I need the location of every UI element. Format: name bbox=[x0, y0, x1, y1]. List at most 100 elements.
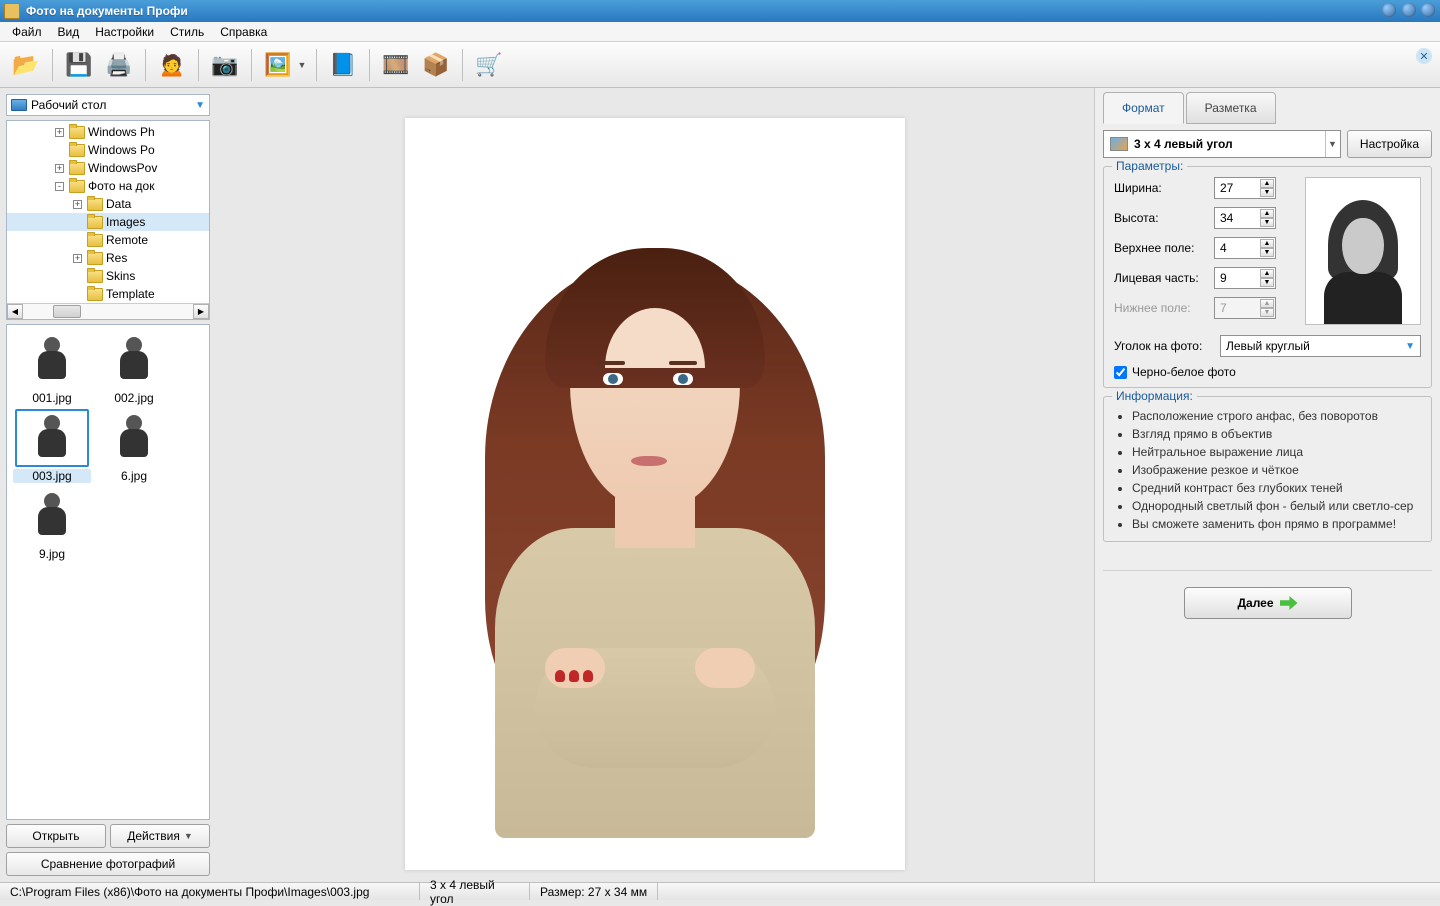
spinner-up-icon[interactable]: ▲ bbox=[1260, 209, 1274, 218]
top-spinner[interactable]: 4▲▼ bbox=[1214, 237, 1276, 259]
image-settings-dropdown[interactable]: ▼ bbox=[296, 60, 308, 70]
spinner-down-icon[interactable]: ▼ bbox=[1260, 188, 1274, 197]
status-size: Размер: 27 x 34 мм bbox=[530, 883, 658, 900]
image-settings-button[interactable]: 🖼️ bbox=[260, 47, 296, 83]
spinner-up-icon[interactable]: ▲ bbox=[1260, 269, 1274, 278]
tab-format[interactable]: Формат bbox=[1103, 92, 1184, 124]
tree-item[interactable]: + Windows Ph bbox=[7, 123, 209, 141]
compare-button[interactable]: Сравнение фотографий bbox=[6, 852, 210, 876]
format-icon bbox=[1110, 137, 1128, 151]
video-button[interactable]: 🎞️ bbox=[378, 47, 414, 83]
tree-item-label: Res bbox=[106, 251, 127, 265]
thumbnail-image bbox=[15, 409, 89, 467]
tree-item-label: WindowsPov bbox=[88, 161, 157, 175]
bw-checkbox[interactable] bbox=[1114, 366, 1127, 379]
cart-button[interactable]: 🛒 bbox=[471, 47, 507, 83]
open-button[interactable]: Открыть bbox=[6, 824, 106, 848]
info-item: Вы сможете заменить фон прямо в программ… bbox=[1132, 515, 1421, 533]
height-spinner[interactable]: 34▲▼ bbox=[1214, 207, 1276, 229]
thumbnail[interactable]: 6.jpg bbox=[95, 409, 173, 483]
arrow-right-icon bbox=[1280, 596, 1298, 610]
tree-expand-icon[interactable]: + bbox=[55, 128, 64, 137]
menu-style[interactable]: Стиль bbox=[162, 23, 212, 41]
corner-value: Левый круглый bbox=[1226, 339, 1310, 353]
updates-button[interactable]: 📦 bbox=[418, 47, 454, 83]
thumbnail-image bbox=[15, 487, 89, 545]
spinner-down-icon[interactable]: ▼ bbox=[1260, 248, 1274, 257]
tree-expand-icon[interactable]: + bbox=[73, 200, 82, 209]
help-button[interactable]: 📘 bbox=[325, 47, 361, 83]
tree-item[interactable]: - Фото на док bbox=[7, 177, 209, 195]
actions-button[interactable]: Действия ▼ bbox=[110, 824, 210, 848]
tree-item[interactable]: +Data bbox=[7, 195, 209, 213]
tree-item-label: Фото на док bbox=[88, 179, 154, 193]
menu-file[interactable]: Файл bbox=[4, 23, 50, 41]
tree-item-label: Windows Po bbox=[88, 143, 155, 157]
scroll-right-icon[interactable]: ▶ bbox=[193, 304, 209, 319]
folder-icon bbox=[69, 126, 85, 139]
thumbnail[interactable]: 003.jpg bbox=[13, 409, 91, 483]
scroll-track[interactable] bbox=[23, 304, 193, 319]
toolbar-sep bbox=[462, 49, 463, 81]
tab-markup[interactable]: Разметка bbox=[1186, 92, 1276, 124]
location-selector[interactable]: Рабочий стол ▼ bbox=[6, 94, 210, 116]
compare-row: Сравнение фотографий bbox=[6, 852, 210, 876]
menu-view[interactable]: Вид bbox=[50, 23, 88, 41]
format-settings-button[interactable]: Настройка bbox=[1347, 130, 1432, 158]
minimize-button[interactable] bbox=[1382, 3, 1396, 17]
bottom-spinner: 7▲▼ bbox=[1214, 297, 1276, 319]
print-button[interactable]: 🖨️ bbox=[101, 47, 137, 83]
close-button[interactable] bbox=[1421, 3, 1435, 17]
toolbar-sep bbox=[369, 49, 370, 81]
params-fieldset: Параметры: Ширина: 27▲▼ Высота: 34▲▼ Вер… bbox=[1103, 166, 1432, 388]
width-value: 27 bbox=[1220, 181, 1233, 195]
scroll-left-icon[interactable]: ◀ bbox=[7, 304, 23, 319]
spinner-down-icon: ▼ bbox=[1260, 308, 1274, 317]
tree-item[interactable]: Skins bbox=[7, 267, 209, 285]
camera-button[interactable]: 📷 bbox=[207, 47, 243, 83]
menubar: Файл Вид Настройки Стиль Справка bbox=[0, 22, 1440, 42]
thumbnail[interactable]: 001.jpg bbox=[13, 331, 91, 405]
tree-item[interactable]: Windows Po bbox=[7, 141, 209, 159]
toolbar-close-icon[interactable]: ✕ bbox=[1416, 48, 1432, 64]
width-spinner[interactable]: 27 ▲▼ bbox=[1214, 177, 1276, 199]
save-button[interactable]: 💾 bbox=[61, 47, 97, 83]
params-fields: Ширина: 27▲▼ Высота: 34▲▼ Верхнее поле: … bbox=[1114, 177, 1295, 325]
thumbnail[interactable]: 9.jpg bbox=[13, 487, 91, 561]
folder-icon bbox=[87, 252, 103, 265]
info-legend: Информация: bbox=[1112, 389, 1197, 403]
tree-item[interactable]: Template bbox=[7, 285, 209, 303]
spinner-up-icon: ▲ bbox=[1260, 299, 1274, 308]
tree-expand-icon[interactable]: + bbox=[73, 254, 82, 263]
folder-icon bbox=[69, 144, 85, 157]
spinner-up-icon[interactable]: ▲ bbox=[1260, 239, 1274, 248]
thumbnail-image bbox=[15, 331, 89, 389]
tree-item-label: Skins bbox=[106, 269, 135, 283]
tree-item-label: Windows Ph bbox=[88, 125, 155, 139]
tree-item[interactable]: + Res bbox=[7, 249, 209, 267]
scroll-thumb[interactable] bbox=[53, 305, 81, 318]
menu-help[interactable]: Справка bbox=[212, 23, 275, 41]
folder-tree[interactable]: + Windows Ph Windows Po + WindowsPov - Фото на… bbox=[6, 120, 210, 320]
maximize-button[interactable] bbox=[1402, 3, 1416, 17]
thumbnail[interactable]: 002.jpg bbox=[95, 331, 173, 405]
params-legend: Параметры: bbox=[1112, 159, 1187, 173]
format-select[interactable]: 3 x 4 левый угол ▼ bbox=[1103, 130, 1341, 158]
spinner-down-icon[interactable]: ▼ bbox=[1260, 218, 1274, 227]
face-spinner[interactable]: 9▲▼ bbox=[1214, 267, 1276, 289]
tree-item[interactable]: Remote bbox=[7, 231, 209, 249]
menu-settings[interactable]: Настройки bbox=[87, 23, 162, 41]
height-label: Высота: bbox=[1114, 211, 1214, 225]
tree-item[interactable]: Images bbox=[7, 213, 209, 231]
spinner-down-icon[interactable]: ▼ bbox=[1260, 278, 1274, 287]
info-fieldset: Информация: Расположение строго анфас, б… bbox=[1103, 396, 1432, 542]
face-detect-button[interactable]: 🙍 bbox=[154, 47, 190, 83]
open-folder-button[interactable]: 📂 bbox=[8, 47, 44, 83]
next-button[interactable]: Далее bbox=[1184, 587, 1352, 619]
tree-expand-icon[interactable]: + bbox=[55, 164, 64, 173]
tree-item[interactable]: + WindowsPov bbox=[7, 159, 209, 177]
corner-select[interactable]: Левый круглый ▼ bbox=[1220, 335, 1421, 357]
spinner-up-icon[interactable]: ▲ bbox=[1260, 179, 1274, 188]
tree-expand-icon[interactable]: - bbox=[55, 182, 64, 191]
tree-scrollbar[interactable]: ◀ ▶ bbox=[7, 303, 209, 319]
